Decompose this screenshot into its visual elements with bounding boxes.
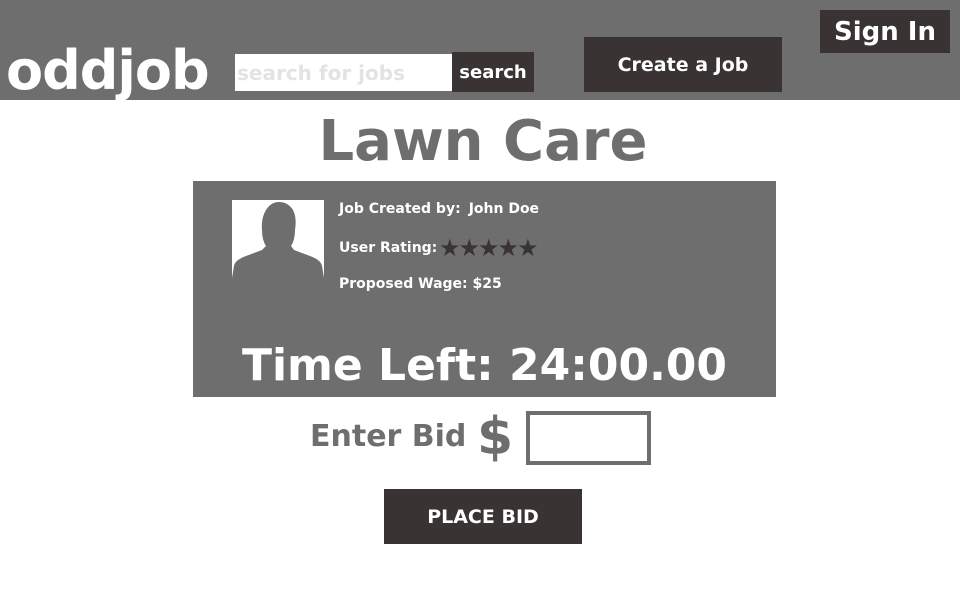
user-rating-label: User Rating:	[339, 240, 438, 256]
logo[interactable]: oddjob	[6, 38, 210, 104]
job-title: Lawn Care	[318, 109, 648, 174]
job-details-card: Job Created by: John Doe User Rating: ★★★…	[193, 181, 776, 397]
person-silhouette-icon	[232, 200, 324, 292]
user-rating-stars: ★★★★★	[439, 234, 539, 262]
currency-symbol: $	[477, 407, 514, 467]
time-left: Time Left: 24:00.00	[193, 339, 776, 393]
time-left-label: Time Left:	[241, 340, 494, 391]
enter-bid-label: Enter Bid	[310, 419, 467, 454]
sign-in-button[interactable]: Sign In	[820, 10, 950, 53]
proposed-wage-line: Proposed Wage: $25	[339, 276, 502, 292]
place-bid-button[interactable]: PLACE BID	[384, 489, 582, 544]
search-button[interactable]: search	[452, 52, 534, 92]
job-creator-line: Job Created by: John Doe	[339, 201, 539, 217]
top-header: oddjob search Create a Job Sign In	[0, 0, 960, 102]
created-by-label: Job Created by:	[339, 201, 461, 217]
create-job-button[interactable]: Create a Job	[584, 37, 782, 92]
bid-amount-input[interactable]	[526, 411, 651, 465]
proposed-wage-label: Proposed Wage:	[339, 276, 468, 292]
time-left-value: 24:00.00	[509, 340, 728, 391]
search-input[interactable]	[235, 54, 452, 91]
proposed-wage-value: $25	[472, 276, 502, 292]
creator-name[interactable]: John Doe	[469, 201, 539, 217]
